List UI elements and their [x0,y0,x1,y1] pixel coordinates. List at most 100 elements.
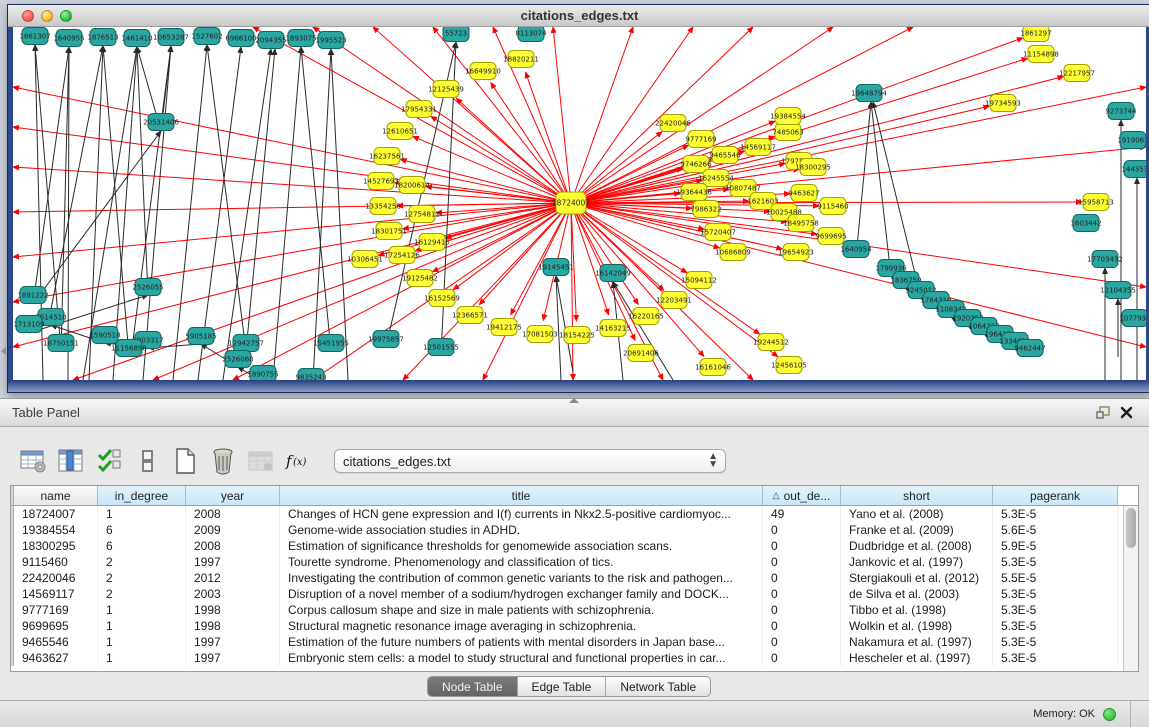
table-cell[interactable]: Nakamura et al. (1997) [841,634,993,650]
table-cell[interactable]: 0 [763,618,841,634]
table-cell[interactable]: 5.3E-5 [993,634,1118,650]
table-cell[interactable]: 19384554 [14,522,98,538]
table-cell[interactable]: 2008 [186,538,280,554]
table-cell[interactable]: 1 [98,650,186,666]
table-cell[interactable]: 5.3E-5 [993,650,1118,666]
table-cell[interactable]: 5.3E-5 [993,554,1118,570]
table-cell[interactable]: 1997 [186,634,280,650]
table-cell[interactable]: 9115460 [14,554,98,570]
graph-edge[interactable] [871,102,891,276]
graph-edge[interactable] [103,46,129,356]
table-cell[interactable]: 1 [98,602,186,618]
graph-edge[interactable] [223,49,271,380]
table-cell[interactable]: Franke et al. (2009) [841,522,993,538]
table-cell[interactable]: Wolkin et al. (1998) [841,618,993,634]
table-row[interactable]: 1456911722003Disruption of a novel membe… [11,586,1138,602]
tab-edge-table[interactable]: Edge Table [518,677,607,696]
graph-edge[interactable] [403,203,571,380]
graph-edge[interactable] [479,203,571,305]
column-header-short[interactable]: short [841,486,993,505]
table-cell[interactable]: 0 [763,586,841,602]
table-cell[interactable]: 1 [98,506,186,522]
table-cell[interactable]: 0 [763,570,841,586]
table-cell[interactable]: 2 [98,554,186,570]
table-row[interactable]: 1830029562008Estimation of significance … [11,538,1138,554]
table-cell[interactable]: 9777169 [14,602,98,618]
graph-edge[interactable] [856,102,871,257]
splitter-handle-icon[interactable] [569,398,579,403]
graph-edge[interactable] [246,49,275,351]
window-titlebar[interactable]: citations_edges.txt [8,5,1149,27]
table-cell[interactable]: 9463627 [14,650,98,666]
table-row[interactable]: 1938455462009Genome-wide association stu… [11,522,1138,538]
table-cell[interactable]: 5.5E-5 [993,570,1118,586]
graph-edge[interactable] [331,49,348,380]
table-cell[interactable]: Dudbridge et al. (2008) [841,538,993,554]
graph-edge[interactable] [571,203,609,315]
minimize-window-icon[interactable] [41,10,53,22]
table-cell[interactable]: Embryonic stem cells: a model to study s… [280,650,763,666]
table-cell[interactable]: 18724007 [14,506,98,522]
table-cell[interactable]: 1998 [186,618,280,634]
graph-edge[interactable] [301,47,331,351]
graph-edge[interactable] [571,203,1146,347]
table-cell[interactable]: 1997 [186,650,280,666]
show-columns-icon[interactable] [54,445,88,477]
column-header-in_degree[interactable]: in_degree [98,486,186,505]
column-header-year[interactable]: year [186,486,280,505]
table-cell[interactable]: 0 [763,650,841,666]
table-row[interactable]: 1872400712008Changes of HCN gene express… [11,506,1138,522]
zoom-window-icon[interactable] [60,10,72,22]
table-cell[interactable]: 1998 [186,602,280,618]
function-builder-icon[interactable]: f (x) [282,445,316,477]
tab-network-table[interactable]: Network Table [606,677,710,696]
tab-node-table[interactable]: Node Table [428,677,518,696]
graph-edge[interactable] [207,45,246,351]
table-row[interactable]: 969969511998Structural magnetic resonanc… [11,618,1138,634]
select-all-icon[interactable] [92,445,126,477]
table-cell[interactable]: Changes of HCN gene expression and I(f) … [280,506,763,522]
graph-edge[interactable] [413,136,571,203]
table-row[interactable]: 946362711997Embryonic stem cells: a mode… [11,650,1138,666]
table-cell[interactable]: 18300295 [14,538,98,554]
table-cell[interactable]: Hescheler et al. (1997) [841,650,993,666]
table-cell[interactable]: 6 [98,522,186,538]
close-window-icon[interactable] [22,10,34,22]
table-cell[interactable]: 2008 [186,506,280,522]
graph-edge[interactable] [571,203,687,273]
table-cell[interactable]: 9465546 [14,634,98,650]
table-cell[interactable]: 2003 [186,586,280,602]
table-settings-icon[interactable] [16,445,50,477]
table-cell[interactable]: 0 [763,538,841,554]
table-cell[interactable]: Structural magnetic resonance image aver… [280,618,763,634]
table-cell[interactable]: 1997 [186,554,280,570]
table-cell[interactable]: 49 [763,506,841,522]
table-cell[interactable]: 5.3E-5 [993,506,1118,522]
table-cell[interactable]: de Silva et al. (2003) [841,586,993,602]
column-header-pagerank[interactable]: pagerank [993,486,1118,505]
table-vertical-scrollbar[interactable] [1123,506,1138,671]
unselect-rows-icon[interactable] [130,445,164,477]
table-cell[interactable]: 0 [763,634,841,650]
table-cell[interactable]: Estimation of significance thresholds fo… [280,538,763,554]
table-cell[interactable]: Yano et al. (2008) [841,506,993,522]
table-cell[interactable]: 0 [763,522,841,538]
column-header-out_de[interactable]: △out_de... [763,486,841,505]
delete-column-icon[interactable] [206,445,240,477]
graph-edge[interactable] [273,47,301,380]
close-panel-icon[interactable] [1115,404,1137,422]
graph-edge[interactable] [571,76,1063,203]
graph-edge[interactable] [131,46,171,356]
table-cell[interactable]: 5.3E-5 [993,602,1118,618]
table-cell[interactable]: 5.6E-5 [993,522,1118,538]
float-panel-icon[interactable] [1093,404,1115,422]
table-cell[interactable]: 5.9E-5 [993,538,1118,554]
graph-edge[interactable] [143,46,171,380]
column-header-title[interactable]: title [280,486,763,505]
table-cell[interactable]: Disruption of a novel member of a sodium… [280,586,763,602]
table-cell[interactable]: Estimation of the future numbers of pati… [280,634,763,650]
new-column-icon[interactable] [168,445,202,477]
table-selector-dropdown[interactable]: citations_edges.txt ▲▼ [334,449,726,473]
table-row[interactable]: 2242004622012Investigating the contribut… [11,570,1138,586]
table-cell[interactable]: Tourette syndrome. Phenomenology and cla… [280,554,763,570]
